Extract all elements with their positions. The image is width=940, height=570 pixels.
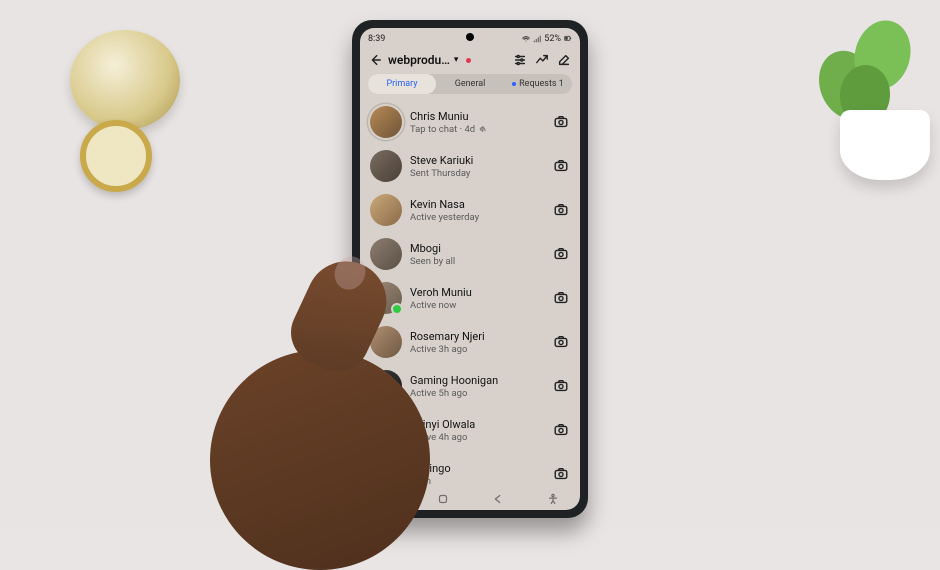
- chat-subtitle: Active yesterday: [410, 212, 544, 223]
- chat-name: Steve Kariuki: [410, 154, 544, 167]
- activity-icon[interactable]: [534, 52, 550, 68]
- chat-row[interactable]: Kevin Nasa Active yesterday: [360, 188, 580, 232]
- camera-button[interactable]: [552, 157, 570, 175]
- avatar[interactable]: [370, 282, 402, 314]
- chat-row[interactable]: Veroh Muniu Active now: [360, 276, 580, 320]
- account-switcher[interactable]: webprodu…: [388, 53, 450, 67]
- chat-row[interactable]: Steve Kariuki Sent Thursday: [360, 144, 580, 188]
- status-battery: 52%: [544, 34, 561, 44]
- camera-button[interactable]: [552, 201, 570, 219]
- avatar[interactable]: [370, 414, 402, 446]
- tab-requests[interactable]: Requests 1: [504, 74, 572, 94]
- chat-subtitle: Sent Thursday: [410, 168, 544, 179]
- avatar[interactable]: [370, 106, 402, 138]
- nav-home[interactable]: [435, 491, 451, 507]
- chevron-down-icon[interactable]: ▾: [454, 55, 459, 65]
- nav-back[interactable]: [490, 491, 506, 507]
- chat-name: Veroh Muniu: [410, 286, 544, 299]
- avatar[interactable]: [370, 238, 402, 270]
- presence-dot: [391, 303, 403, 315]
- camera-button[interactable]: [552, 377, 570, 395]
- clock-prop: [50, 30, 200, 200]
- plant-prop: [800, 0, 940, 180]
- unread-dot: [466, 58, 471, 63]
- camera-button[interactable]: [552, 289, 570, 307]
- back-button[interactable]: [368, 53, 382, 67]
- battery-icon: [564, 35, 572, 43]
- chat-name: Chris Muniu: [410, 110, 544, 123]
- chat-subtitle: Seen by all: [410, 256, 544, 267]
- avatar[interactable]: [370, 458, 402, 488]
- dm-header: webprodu… ▾: [360, 48, 580, 74]
- nav-recents[interactable]: [380, 491, 396, 507]
- phone-frame: 8:39 52% webprodu… ▾: [352, 20, 588, 518]
- signal-icon: [533, 35, 541, 43]
- chat-row[interactable]: Gaming Hoonigan Active 5h ago: [360, 364, 580, 408]
- chat-subtitle: Active 4h ago: [410, 432, 544, 443]
- status-time: 8:39: [368, 34, 385, 44]
- wifi-icon: [522, 35, 530, 43]
- chat-name: Akinyi Olwala: [410, 418, 544, 431]
- dm-tabs: Primary General Requests 1: [368, 74, 572, 94]
- avatar[interactable]: [370, 326, 402, 358]
- chat-name: Mbogi: [410, 242, 544, 255]
- android-nav-bar: [360, 488, 580, 510]
- mute-icon: [478, 125, 486, 133]
- chat-row[interactable]: Akinyi Olwala Active 4h ago: [360, 408, 580, 452]
- camera-button[interactable]: [552, 465, 570, 483]
- tab-general-label: General: [455, 79, 486, 89]
- chat-name: Kevin Nasa: [410, 198, 544, 211]
- avatar[interactable]: [370, 370, 402, 402]
- tab-primary-label: Primary: [386, 79, 417, 89]
- avatar[interactable]: [370, 150, 402, 182]
- avatar[interactable]: [370, 194, 402, 226]
- camera-punch-hole: [466, 33, 474, 41]
- chat-row[interactable]: Rosemary Njeri Active 3h ago: [360, 320, 580, 364]
- requests-dot: [512, 82, 516, 86]
- chat-subtitle: Active 3h ago: [410, 344, 544, 355]
- camera-button[interactable]: [552, 245, 570, 263]
- tab-requests-label: Requests 1: [519, 79, 564, 89]
- camera-button[interactable]: [552, 421, 570, 439]
- camera-button[interactable]: [552, 333, 570, 351]
- tab-general[interactable]: General: [436, 74, 504, 94]
- chat-list[interactable]: Chris Muniu Tap to chat · 4d Steve Kariu…: [360, 100, 580, 488]
- chat-name: Muringo: [410, 462, 544, 475]
- compose-button[interactable]: [556, 52, 572, 68]
- chat-subtitle: Active now: [410, 300, 544, 311]
- filter-icon[interactable]: [512, 52, 528, 68]
- chat-subtitle: Seen: [410, 476, 544, 487]
- chat-row[interactable]: Mbogi Seen by all: [360, 232, 580, 276]
- phone-screen: 8:39 52% webprodu… ▾: [360, 28, 580, 510]
- camera-button[interactable]: [552, 113, 570, 131]
- nav-accessibility[interactable]: [545, 491, 561, 507]
- chat-subtitle: Active 5h ago: [410, 388, 544, 399]
- chat-row[interactable]: Chris Muniu Tap to chat · 4d: [360, 100, 580, 144]
- chat-name: Rosemary Njeri: [410, 330, 544, 343]
- tab-primary[interactable]: Primary: [368, 74, 436, 94]
- chat-name: Gaming Hoonigan: [410, 374, 544, 387]
- chat-subtitle: Tap to chat · 4d: [410, 124, 544, 135]
- chat-row[interactable]: Muringo Seen: [360, 452, 580, 488]
